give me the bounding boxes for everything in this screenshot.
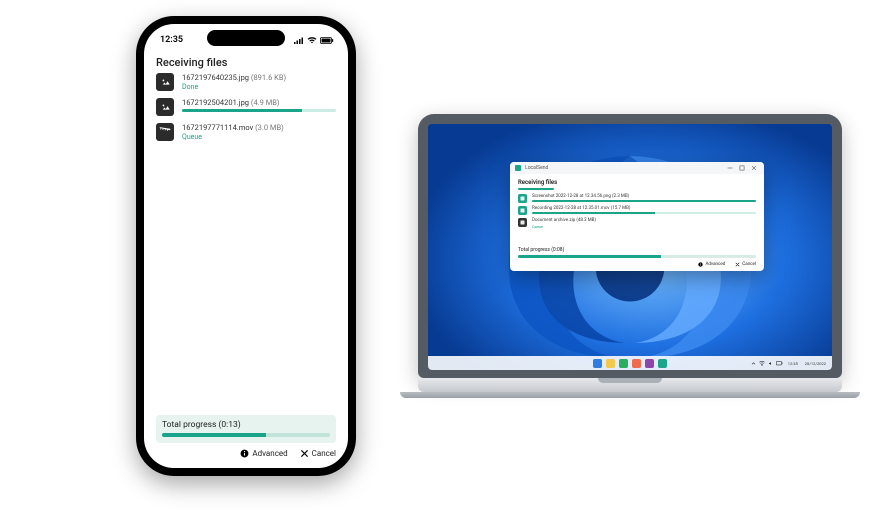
file-row: 1672197640235.jpg (891.6 KB) Done <box>156 73 336 91</box>
laptop-foot <box>400 392 860 398</box>
laptop-base <box>418 378 842 392</box>
phone-screen: 12:35 Receiving files 1672197640235.jpg … <box>144 24 348 468</box>
file-row: Document archive.zip (48.2 MB) Queue <box>518 218 756 229</box>
file-list: 1672197640235.jpg (891.6 KB) Done 167219… <box>144 73 348 149</box>
cancel-button[interactable]: Cancel <box>735 262 756 267</box>
volume-icon[interactable] <box>768 361 773 366</box>
battery-icon <box>320 37 334 44</box>
tray-date[interactable]: 28/12/2022 <box>803 361 828 366</box>
window-titlebar[interactable]: LocalSend <box>510 162 764 174</box>
taskbar-icon[interactable] <box>632 359 641 368</box>
tray-time[interactable]: 12:35 <box>786 361 800 366</box>
app-icon <box>515 165 521 171</box>
taskbar-icon[interactable] <box>619 359 628 368</box>
taskbar-icon[interactable] <box>606 359 615 368</box>
window-heading: Receiving files <box>518 179 756 186</box>
total-progress-box: Total progress (0:08) <box>518 247 756 258</box>
app-window: LocalSend Receiving files <box>510 162 764 271</box>
phone-footer: Total progress (0:13) Advanced Cancel <box>144 409 348 468</box>
info-icon <box>240 449 249 458</box>
status-time: 12:35 <box>160 35 183 45</box>
file-name: Screenshot 2022-12-28 at 12.34.56.png (2… <box>532 194 756 199</box>
file-progress-bar <box>182 109 302 112</box>
close-icon <box>735 262 740 267</box>
total-progress <box>162 433 330 437</box>
advanced-button[interactable]: Advanced <box>240 449 287 458</box>
chevron-up-icon[interactable] <box>751 361 756 366</box>
phone-actions: Advanced Cancel <box>156 449 336 458</box>
close-icon <box>300 449 309 458</box>
close-button[interactable] <box>749 164 759 172</box>
phone-notch <box>207 30 285 46</box>
laptop-device-frame: LocalSend Receiving files <box>418 114 842 398</box>
taskbar-tray[interactable]: 12:35 28/12/2022 <box>751 361 832 366</box>
file-row: Screenshot 2022-12-28 at 12.34.56.png (2… <box>518 194 756 203</box>
file-name: Document archive.zip (48.2 MB) <box>532 218 756 223</box>
battery-icon[interactable] <box>776 361 783 366</box>
window-heading-underline <box>518 188 554 190</box>
video-icon <box>156 123 174 141</box>
file-name: Recording 2022-12-28 at 12.35.01.mov (15… <box>532 206 756 211</box>
file-progress <box>182 109 336 112</box>
taskbar-icon[interactable] <box>593 359 602 368</box>
cellular-icon <box>294 37 304 44</box>
window-actions: Advanced Cancel <box>518 262 756 267</box>
file-name: 1672197771114.mov (3.0 MB) <box>182 123 336 132</box>
status-indicators <box>294 37 334 44</box>
laptop-bezel: LocalSend Receiving files <box>418 114 842 378</box>
image-icon <box>156 98 174 116</box>
taskbar-pinned <box>593 359 667 368</box>
file-status: Done <box>182 83 336 91</box>
total-progress-label: Total progress (0:13) <box>162 420 330 430</box>
file-status: Queue <box>182 133 336 141</box>
window-body: Receiving files Screenshot 2022-12-28 at… <box>510 174 764 271</box>
taskbar-icon[interactable] <box>645 359 654 368</box>
file-row: 1672197771114.mov (3.0 MB) Queue <box>156 123 336 141</box>
file-type-icon <box>518 218 527 227</box>
wifi-icon <box>307 37 317 44</box>
file-status: Queue <box>532 224 756 229</box>
total-progress-box: Total progress (0:13) <box>156 415 336 443</box>
total-progress-label: Total progress (0:08) <box>518 247 756 253</box>
taskbar[interactable]: 12:35 28/12/2022 <box>428 356 832 370</box>
info-icon <box>698 262 703 267</box>
laptop-screen: LocalSend Receiving files <box>428 124 832 370</box>
window-controls <box>725 164 759 172</box>
file-name: 1672197640235.jpg (891.6 KB) <box>182 73 336 82</box>
taskbar-icon[interactable] <box>658 359 667 368</box>
file-type-icon <box>518 194 527 203</box>
total-progress <box>518 255 756 258</box>
advanced-button[interactable]: Advanced <box>698 262 725 267</box>
file-row: 1672192504201.jpg (4.9 MB) <box>156 98 336 116</box>
wifi-icon[interactable] <box>759 361 765 366</box>
file-row: Recording 2022-12-28 at 12.35.01.mov (15… <box>518 206 756 215</box>
image-icon <box>156 73 174 91</box>
screen-title: Receiving files <box>144 52 348 73</box>
total-progress-bar <box>162 433 266 437</box>
phone-device-frame: 12:35 Receiving files 1672197640235.jpg … <box>136 16 356 476</box>
cancel-button[interactable]: Cancel <box>300 449 336 458</box>
window-title: LocalSend <box>525 165 548 171</box>
file-progress <box>532 212 756 214</box>
maximize-button[interactable] <box>737 164 747 172</box>
file-type-icon <box>518 206 527 215</box>
file-name: 1672192504201.jpg (4.9 MB) <box>182 98 336 107</box>
file-progress <box>532 200 756 202</box>
minimize-button[interactable] <box>725 164 735 172</box>
